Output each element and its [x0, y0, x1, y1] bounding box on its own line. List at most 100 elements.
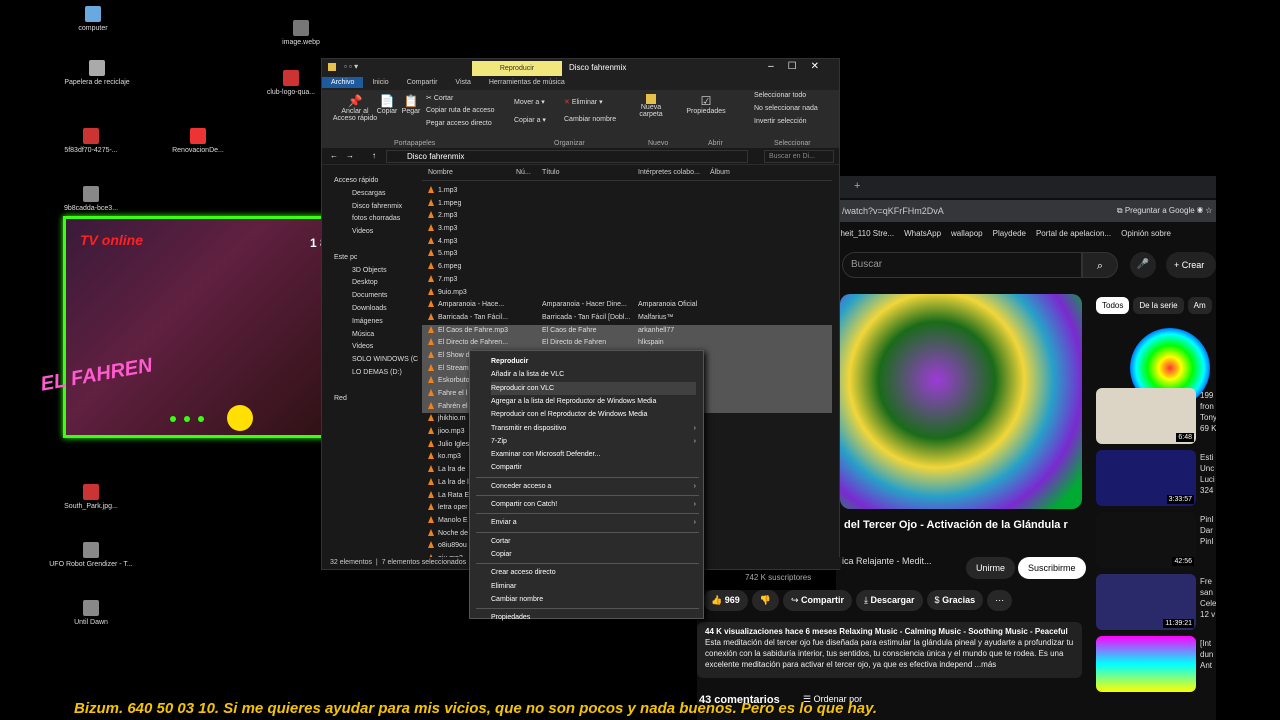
related-video-thumbnail[interactable]: 3:33:57 — [1096, 450, 1196, 506]
nav-item[interactable]: Videos — [322, 341, 422, 354]
menu-item[interactable]: Eliminar — [491, 580, 696, 593]
bookmark-item[interactable]: WhatsApp — [904, 229, 941, 238]
related-video-thumbnail[interactable]: 42:56 — [1096, 512, 1196, 568]
menu-item[interactable]: Reproducir con VLC — [491, 381, 696, 395]
desktop-icon[interactable]: Papelera de reciclaje — [52, 60, 142, 87]
up-icon[interactable]: ↑ — [372, 151, 376, 160]
desktop-icon[interactable]: computer — [48, 6, 138, 33]
select-none-button[interactable]: No seleccionar nada — [754, 105, 818, 112]
address-path[interactable]: Disco fahrenmix — [386, 150, 748, 163]
rename-button[interactable]: Cambiar nombre — [564, 116, 616, 123]
desktop-icon[interactable]: South_Park.jpg... — [46, 484, 136, 511]
forward-icon[interactable]: → — [346, 151, 354, 160]
create-button[interactable]: + Crear — [1166, 252, 1216, 278]
subscribe-button[interactable]: Suscribirme — [1018, 557, 1086, 579]
youtube-search-input[interactable]: Buscar — [842, 252, 1082, 278]
file-row[interactable]: Amparanoia - Hace... Amparanoia - Hacer D… — [422, 299, 832, 312]
menu-item[interactable]: Reproducir — [491, 355, 696, 368]
menu-item[interactable]: Enviar a › — [491, 516, 696, 529]
copy-to-button[interactable]: Copiar a ▾ — [514, 116, 546, 124]
ribbon-tab[interactable]: Inicio — [363, 77, 397, 88]
join-button[interactable]: Unirme — [966, 557, 1016, 579]
menu-item[interactable]: Compartir — [491, 461, 696, 474]
maximize-icon[interactable]: ☐ — [788, 61, 811, 72]
bookmark-item[interactable]: Playdede — [993, 229, 1026, 238]
minimize-icon[interactable]: – — [768, 61, 788, 72]
bookmark-item[interactable]: nheit_110 Stre... — [836, 229, 894, 238]
nav-item[interactable] — [322, 380, 422, 393]
file-row[interactable]: El Directo de Fahren... El Directo de Fah… — [422, 337, 832, 350]
file-row[interactable]: 1.mpeg — [422, 198, 832, 211]
related-video-meta[interactable]: [Int dun Ant — [1200, 638, 1213, 671]
nav-item[interactable]: Imágenes — [322, 316, 422, 329]
nav-item[interactable]: Música — [322, 329, 422, 342]
new-folder-button[interactable]: Nueva carpeta — [636, 94, 666, 118]
invert-selection-button[interactable]: Invertir selección — [754, 118, 807, 125]
menu-item[interactable]: Examinar con Microsoft Defender... — [491, 448, 696, 461]
related-video-thumbnail[interactable] — [1096, 636, 1196, 692]
nav-item[interactable]: Este pc — [322, 252, 422, 265]
description-box[interactable]: 44 K visualizaciones hace 6 meses Relaxi… — [697, 622, 1082, 678]
dislike-button[interactable]: 👎 — [751, 590, 779, 611]
properties-button[interactable]: ☑ Propiedades — [684, 94, 728, 115]
like-button[interactable]: 👍 969 — [703, 590, 748, 611]
more-options-icon[interactable]: ⋯ — [987, 590, 1013, 611]
share-button[interactable]: ↪ Compartir — [782, 590, 853, 611]
file-row[interactable]: 5.mp3 — [422, 248, 832, 261]
nav-item[interactable]: fotos chorradas — [322, 213, 422, 226]
filter-chip[interactable]: Am — [1187, 297, 1212, 314]
copy-button[interactable]: 📄 Copiar — [374, 94, 400, 115]
channel-name[interactable]: ica Relajante - Medit... — [842, 556, 932, 566]
file-row[interactable]: 4.mp3 — [422, 236, 832, 249]
desktop-icon[interactable]: UFO Robot Grendizer - T... — [46, 542, 136, 569]
menu-item[interactable]: Cambiar nombre — [491, 593, 696, 606]
star-icon[interactable]: ☆ — [1205, 206, 1212, 215]
column-header[interactable]: Título — [542, 169, 560, 176]
related-video-meta[interactable]: Esti Unc Luci 324 — [1200, 452, 1216, 496]
desktop-icon[interactable]: 9b8cadda-bce3... — [46, 186, 136, 213]
file-row[interactable]: 2.mp3 — [422, 210, 832, 223]
related-video-meta[interactable]: Fre san Cele 12 v — [1200, 576, 1216, 620]
related-video-meta[interactable]: Pinl Dar Pinl — [1200, 514, 1213, 547]
nav-item[interactable] — [322, 239, 422, 252]
paste-shortcut-button[interactable]: Pegar acceso directo — [426, 120, 492, 127]
ribbon-tab[interactable]: Archivo — [322, 77, 364, 88]
menu-item[interactable]: Propiedades — [491, 611, 696, 624]
file-row[interactable]: 6.mpeg — [422, 261, 832, 274]
nav-item[interactable]: Disco fahrenmix — [322, 201, 422, 214]
ribbon-tab[interactable]: Compartir — [398, 77, 447, 88]
column-header[interactable]: Nú... — [516, 169, 531, 176]
bookmark-item[interactable]: Opinión sobre — [1121, 229, 1171, 238]
nav-item[interactable]: LO DEMAS (D:) — [322, 367, 422, 380]
video-player[interactable] — [840, 294, 1082, 509]
delete-button[interactable]: ✕ Eliminar ▾ — [564, 98, 603, 106]
desktop-icon[interactable]: Until Dawn — [46, 600, 136, 627]
filter-chip[interactable]: Todos — [1096, 297, 1130, 314]
column-header[interactable]: Álbum — [710, 169, 730, 176]
nav-item[interactable]: SOLO WINDOWS (C — [322, 354, 422, 367]
file-row[interactable]: 7.mp3 — [422, 274, 832, 287]
menu-item[interactable]: Agregar a la lista del Reproductor de Wi… — [491, 395, 696, 408]
desktop-icon[interactable]: image.webp — [256, 20, 346, 47]
related-video-meta[interactable]: 199 fron Tony 69 K — [1200, 390, 1216, 434]
back-icon[interactable]: ← — [330, 151, 338, 160]
related-video-thumbnail[interactable]: 11:39:21 — [1096, 574, 1196, 630]
select-all-button[interactable]: Seleccionar todo — [754, 92, 806, 99]
bookmark-item[interactable]: wallapop — [951, 229, 983, 238]
ribbon-tab[interactable]: Herramientas de música — [480, 77, 574, 88]
menu-item[interactable]: 7-Zip › — [491, 435, 696, 448]
menu-item[interactable]: Copiar — [491, 548, 696, 561]
nav-item[interactable]: 3D Objects — [322, 265, 422, 278]
ribbon-tab[interactable]: Vista — [446, 77, 479, 88]
copy-path-button[interactable]: Copiar ruta de acceso — [426, 107, 494, 114]
quick-access-toolbar[interactable]: ▫ ▫ ▾ — [344, 62, 358, 71]
nav-item[interactable]: Downloads — [322, 303, 422, 316]
menu-item[interactable]: Compartir con Catch! › — [491, 498, 696, 511]
move-to-button[interactable]: Mover a ▾ — [514, 98, 545, 106]
microphone-icon[interactable]: 🎤 — [1130, 252, 1156, 278]
new-tab-icon[interactable]: + — [854, 180, 860, 192]
related-video-thumbnail[interactable]: 6:48 — [1096, 388, 1196, 444]
file-row[interactable]: 9uio.mp3 — [422, 287, 832, 300]
file-row[interactable]: El Caos de Fahre.mp3 El Caos de Fahre arka… — [422, 324, 832, 338]
desktop-icon[interactable]: 5f83df70-4275-... — [46, 128, 136, 155]
